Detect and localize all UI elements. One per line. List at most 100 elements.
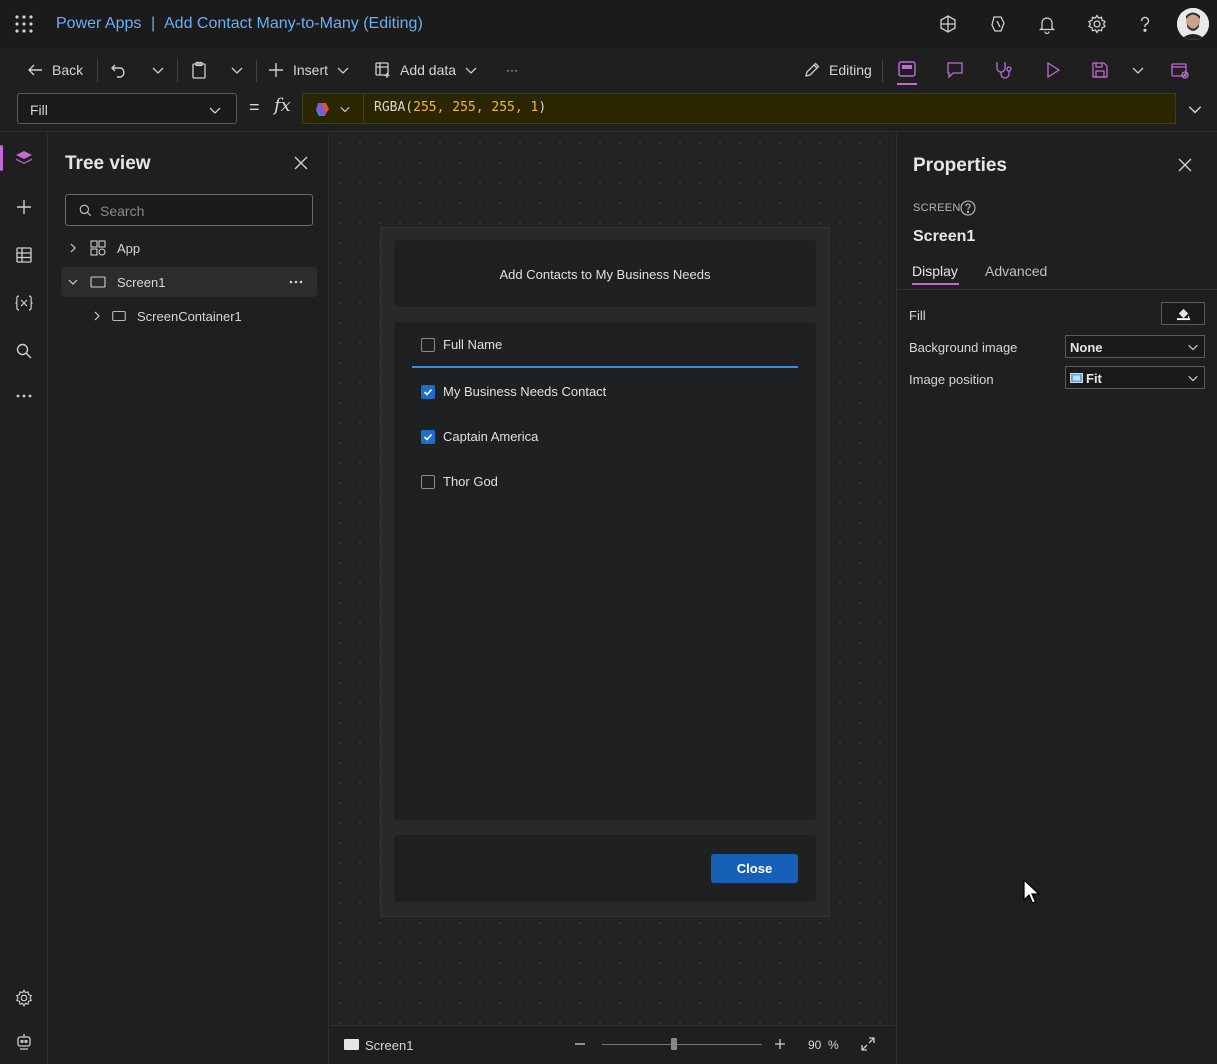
screen-icon xyxy=(344,1039,359,1050)
paste-button[interactable] xyxy=(190,48,208,92)
chevron-down-icon xyxy=(209,107,221,114)
insert-label: Insert xyxy=(293,62,329,78)
select-all-checkbox[interactable] xyxy=(421,337,435,352)
app-icon xyxy=(90,240,106,256)
zoom-slider-thumb[interactable] xyxy=(671,1038,677,1050)
left-rail xyxy=(0,133,48,1064)
contact-name: Captain America xyxy=(443,429,539,444)
minus-icon xyxy=(575,1043,585,1045)
help-icon[interactable] xyxy=(1134,13,1156,35)
app-checker-button[interactable] xyxy=(993,48,1013,92)
tree-item-label: Screen1 xyxy=(117,274,166,290)
background-image-value: None xyxy=(1070,340,1103,355)
close-tree-view-button[interactable] xyxy=(292,154,310,172)
preview-app-button[interactable] xyxy=(1043,48,1063,92)
chevron-down-icon xyxy=(1188,344,1198,351)
fit-to-window-button[interactable] xyxy=(860,1036,876,1052)
tree-view-title: Tree view xyxy=(65,153,151,174)
list-item[interactable]: Thor God xyxy=(421,474,498,489)
pencil-icon xyxy=(805,62,820,77)
background-image-dropdown[interactable]: None xyxy=(1065,335,1205,358)
tree-search-box[interactable] xyxy=(65,194,313,226)
data-icon[interactable] xyxy=(14,245,34,265)
layers-toggle-icon xyxy=(898,61,916,77)
formula-arguments: 255, 255, 255, 1 xyxy=(413,100,539,115)
paste-menu-button[interactable] xyxy=(230,48,244,92)
tree-item-label: ScreenContainer1 xyxy=(137,308,242,324)
toolbar-divider xyxy=(882,60,883,82)
undo-button[interactable] xyxy=(110,48,128,92)
editing-mode-button[interactable]: Editing xyxy=(803,48,872,92)
save-button[interactable] xyxy=(1090,48,1110,92)
copilot-color-icon xyxy=(316,103,329,116)
tree-item-screencontainer1[interactable]: ScreenContainer1 xyxy=(61,301,317,331)
contact-checkbox[interactable] xyxy=(421,384,435,399)
control-name[interactable]: Screen1 xyxy=(913,228,975,246)
settings-icon[interactable] xyxy=(1086,13,1108,35)
control-type-label: SCREEN xyxy=(913,202,961,214)
search-icon xyxy=(79,204,92,217)
chevron-down-icon xyxy=(1188,106,1202,114)
list-header-underline xyxy=(412,366,798,368)
more-rail-icon[interactable] xyxy=(14,386,34,406)
current-screen-name[interactable]: Screen1 xyxy=(365,1038,413,1053)
environment-icon[interactable] xyxy=(937,13,959,35)
tree-item-app[interactable]: App xyxy=(61,233,317,263)
container-icon xyxy=(112,311,126,321)
search-rail-icon[interactable] xyxy=(14,341,34,361)
add-data-label: Add data xyxy=(400,62,457,78)
notifications-icon[interactable] xyxy=(1036,13,1058,35)
app-launcher-icon[interactable] xyxy=(14,14,34,34)
table-add-icon xyxy=(375,62,390,78)
close-properties-button[interactable] xyxy=(1176,156,1194,174)
list-header-row[interactable]: Full Name xyxy=(421,337,502,352)
contact-checkbox[interactable] xyxy=(421,474,435,489)
zoom-in-button[interactable] xyxy=(773,1037,787,1051)
save-icon xyxy=(1092,62,1108,78)
variables-icon[interactable] xyxy=(14,293,34,313)
more-options-icon[interactable] xyxy=(288,276,304,288)
settings-rail-icon[interactable] xyxy=(14,988,34,1008)
help-icon[interactable] xyxy=(960,200,976,216)
fx-icon[interactable]: fx xyxy=(274,95,291,116)
image-position-dropdown[interactable]: Fit xyxy=(1065,366,1205,389)
command-bar xyxy=(0,48,1217,92)
undo-menu-button[interactable] xyxy=(151,48,165,92)
copilot-icon[interactable] xyxy=(987,13,1009,35)
image-position-value: Fit xyxy=(1086,371,1102,386)
add-data-button[interactable]: Add data xyxy=(374,48,478,92)
publish-button[interactable] xyxy=(1170,48,1190,92)
tree-view-icon[interactable] xyxy=(14,149,34,169)
more-commands-button[interactable]: ··· xyxy=(506,48,518,92)
virtual-agent-icon[interactable] xyxy=(14,1032,34,1052)
back-button[interactable]: Back xyxy=(26,48,83,92)
close-button[interactable]: Close xyxy=(711,854,798,883)
contact-name: My Business Needs Contact xyxy=(443,384,607,399)
expand-formula-button[interactable] xyxy=(1187,101,1203,117)
fill-color-picker[interactable] xyxy=(1161,302,1205,325)
save-menu-button[interactable] xyxy=(1131,48,1145,92)
tree-view-toggle-button[interactable] xyxy=(897,48,917,92)
insert-rail-icon[interactable] xyxy=(14,197,34,217)
tab-display[interactable]: Display xyxy=(912,263,958,279)
checkmark-icon xyxy=(423,433,433,441)
list-item[interactable]: My Business Needs Contact xyxy=(421,384,606,399)
list-item[interactable]: Captain America xyxy=(421,429,538,444)
insert-button[interactable]: Insert xyxy=(267,48,350,92)
checkmark-icon xyxy=(423,388,433,396)
user-avatar[interactable] xyxy=(1177,8,1209,40)
formula-copilot-button[interactable] xyxy=(302,93,364,124)
close-icon xyxy=(1178,158,1192,172)
tree-search-input[interactable] xyxy=(100,201,300,221)
app-name-link[interactable]: Power Apps xyxy=(56,15,141,33)
property-dropdown[interactable]: Fill xyxy=(17,93,237,124)
zoom-out-button[interactable] xyxy=(573,1037,587,1051)
background-image-label: Background image xyxy=(909,340,1018,355)
tab-advanced[interactable]: Advanced xyxy=(985,263,1047,279)
expand-icon xyxy=(861,1037,875,1051)
zoom-value[interactable]: 90 xyxy=(808,1038,821,1052)
zoom-slider-track[interactable] xyxy=(602,1044,762,1045)
contact-checkbox[interactable] xyxy=(421,429,435,444)
comments-button[interactable] xyxy=(945,48,965,92)
tree-item-screen1[interactable]: Screen1 xyxy=(61,267,317,297)
